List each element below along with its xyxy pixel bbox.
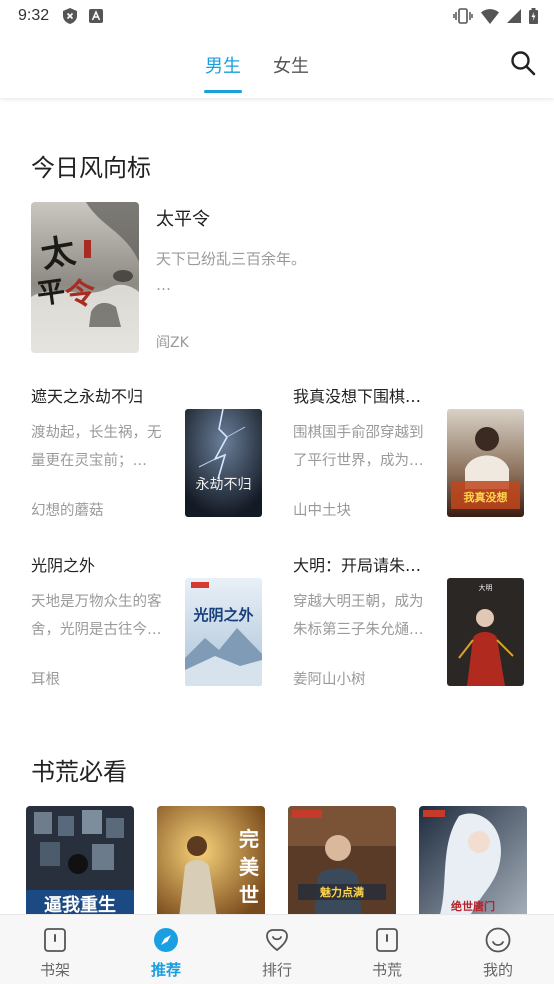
- active-tab-indicator: [204, 90, 242, 93]
- battery-icon: [529, 8, 538, 24]
- signal-icon: [507, 9, 521, 23]
- svg-text:美: 美: [239, 855, 260, 879]
- book-author: 姜阿山小树: [293, 672, 366, 688]
- book-cover[interactable]: 逼我重生: [26, 806, 134, 918]
- nav-item-ranking[interactable]: 排行: [232, 915, 322, 984]
- vibrate-icon: [453, 8, 473, 24]
- featured-book-author: 阎ZK: [156, 335, 189, 351]
- book-cover[interactable]: 完 美 世: [157, 806, 265, 918]
- book-desc: 穿越大明王朝，成为朱标第三子朱允熥…: [293, 594, 424, 638]
- profile-icon: [485, 927, 511, 953]
- book-cover[interactable]: 光阴之外: [185, 578, 262, 686]
- must-read-cover-row: 逼我重生 完 美 世 魅力点满 绝世唐门: [26, 806, 536, 918]
- book-cover[interactable]: 魅力点满: [288, 806, 396, 918]
- svg-text:绝世唐门: 绝世唐门: [451, 899, 495, 913]
- featured-book-desc: 天下已纷乱三百余年。 …: [156, 250, 307, 294]
- book-cover[interactable]: 永劫不归: [185, 409, 262, 517]
- svg-text:太: 太: [38, 231, 78, 276]
- status-time: 9:32: [18, 7, 50, 24]
- nav-label: 我的: [482, 961, 513, 979]
- book-card[interactable]: 大明：开局请朱元… 穿越大明王朝，成为朱标第三子朱允熥… 姜阿山小树 大明: [293, 552, 554, 702]
- book-title: 大明：开局请朱元…: [293, 556, 433, 575]
- book-title: 我真没想下围棋啊！: [293, 387, 433, 406]
- book-shortage-icon: [376, 928, 398, 952]
- nav-label: 书架: [39, 961, 70, 979]
- book-desc: 渡劫起，长生祸，无量更在灵宝前；…: [31, 425, 162, 469]
- svg-text:大明: 大明: [479, 583, 493, 592]
- nav-label: 排行: [261, 961, 292, 979]
- book-desc: 天地是万物众生的客舍，光阴是古往今…: [31, 594, 162, 638]
- bottom-navigation: 书架 推荐 排行 书荒 我的: [0, 914, 554, 984]
- featured-book-title[interactable]: 太平令: [156, 205, 210, 231]
- svg-text:世: 世: [239, 883, 259, 907]
- svg-text:永劫不归: 永劫不归: [196, 476, 252, 493]
- nav-item-profile[interactable]: 我的: [453, 915, 543, 984]
- svg-text:魅力点满: 魅力点满: [320, 885, 364, 899]
- status-bar: 9:32: [0, 0, 554, 32]
- top-tab-bar: 男生 女生: [0, 32, 554, 98]
- app-notification-icon: [89, 9, 104, 23]
- ranking-icon: [266, 929, 288, 952]
- nav-item-bookshelf[interactable]: 书架: [10, 915, 100, 984]
- svg-text:光阴之外: 光阴之外: [192, 606, 253, 624]
- svg-text:平: 平: [35, 274, 67, 311]
- nav-label: 推荐: [150, 961, 181, 979]
- svg-text:完: 完: [239, 827, 259, 851]
- svg-text:我真没想: 我真没想: [464, 490, 508, 504]
- compass-icon: [154, 928, 178, 952]
- svg-text:令: 令: [64, 276, 98, 314]
- section-title-daily: 今日风向标: [31, 154, 151, 182]
- book-desc: 围棋国手俞邵穿越到了平行世界，成为…: [293, 425, 424, 469]
- featured-book-cover[interactable]: 太 平 令: [31, 202, 139, 353]
- nav-label: 书荒: [371, 961, 402, 979]
- book-author: 耳根: [31, 672, 60, 688]
- book-cover[interactable]: 大明: [447, 578, 524, 686]
- tab-female[interactable]: 女生: [273, 52, 309, 78]
- tab-male[interactable]: 男生: [205, 52, 241, 78]
- shield-close-icon: [63, 8, 78, 24]
- book-author: 幻想的蘑菇: [31, 503, 104, 519]
- nav-item-recommend[interactable]: 推荐: [121, 915, 211, 984]
- svg-text:逼我重生: 逼我重生: [44, 894, 116, 916]
- book-cover[interactable]: 绝世唐门: [419, 806, 527, 918]
- book-card[interactable]: 光阴之外 天地是万物众生的客舍，光阴是古往今… 耳根 光阴之外: [31, 552, 293, 702]
- book-cover[interactable]: 我真没想: [447, 409, 524, 517]
- section-title-must-read: 书荒必看: [31, 758, 127, 786]
- book-title: 光阴之外: [31, 556, 96, 575]
- bookshelf-icon: [44, 928, 66, 952]
- book-card[interactable]: 我真没想下围棋啊！ 围棋国手俞邵穿越到了平行世界，成为… 山中土块 我真没想: [293, 383, 554, 533]
- nav-item-book-shortage[interactable]: 书荒: [342, 915, 432, 984]
- book-card[interactable]: 遮天之永劫不归 渡劫起，长生祸，无量更在灵宝前；… 幻想的蘑菇 永劫不归: [31, 383, 293, 533]
- book-author: 山中土块: [293, 503, 351, 519]
- wifi-icon: [481, 8, 499, 24]
- book-title: 遮天之永劫不归: [31, 387, 144, 406]
- search-icon[interactable]: [510, 50, 536, 76]
